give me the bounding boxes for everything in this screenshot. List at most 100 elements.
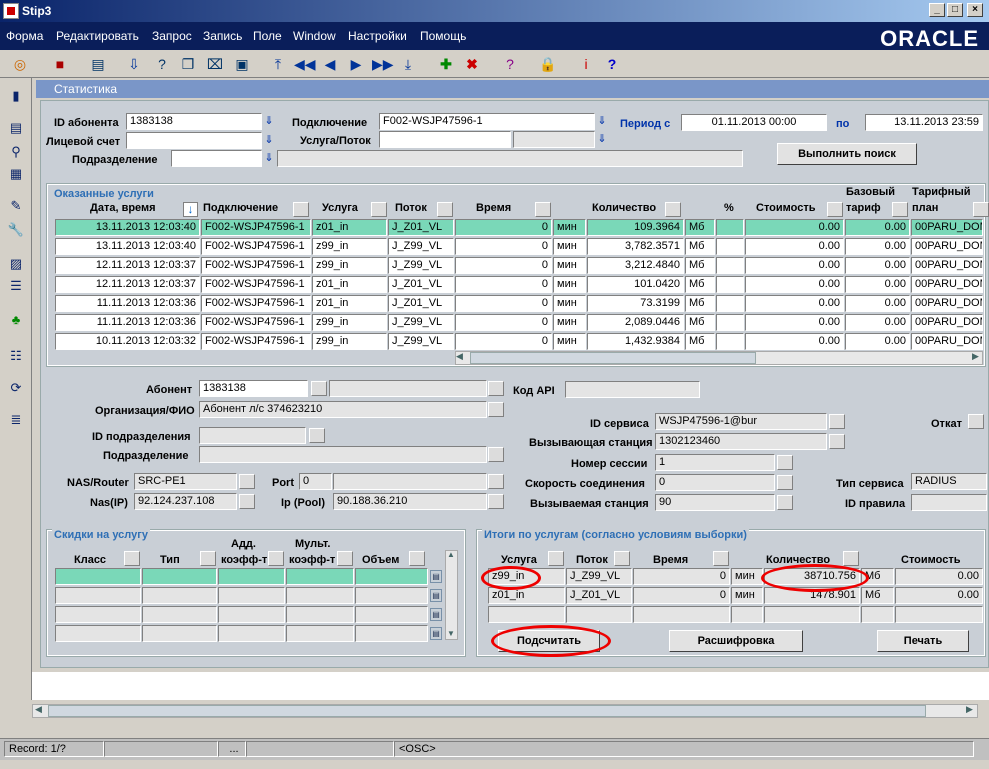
print-button[interactable]: Печать (877, 630, 969, 652)
row-date[interactable]: 13.11.2013 12:03:40 (55, 238, 200, 255)
row-stoimost[interactable]: 0.00 (745, 219, 844, 236)
vscroll-up-icon[interactable]: ▲ (447, 550, 455, 559)
tot-vremya-check[interactable] (713, 551, 729, 566)
row-vremya[interactable]: 0 (455, 314, 552, 331)
disc-add[interactable] (218, 606, 285, 623)
sort-down-icon[interactable]: ↓ (183, 202, 198, 217)
podrazd-lov-icon[interactable]: ⇓ (264, 150, 274, 167)
org-check[interactable] (488, 402, 504, 417)
row-usluga[interactable]: z99_in (312, 314, 387, 331)
row-kol[interactable]: 101.0420 (587, 276, 684, 293)
row-date[interactable]: 12.11.2013 12:03:37 (55, 276, 200, 293)
decode-button[interactable]: Расшифровка (669, 630, 803, 652)
abonent-check[interactable] (311, 381, 327, 396)
disc-tip[interactable] (142, 606, 217, 623)
help-topic-icon[interactable]: ? (500, 54, 520, 74)
wrench-icon[interactable]: 🔧 (6, 220, 26, 240)
tot-potok[interactable]: J_Z99_VL (566, 568, 632, 585)
disc-mult[interactable] (286, 606, 354, 623)
nasip-check[interactable] (239, 494, 255, 509)
row-pct[interactable] (716, 219, 744, 236)
row-podkl[interactable]: F002-WSJP47596-1 (201, 314, 311, 331)
row-vremya[interactable]: 0 (455, 238, 552, 255)
row-date[interactable]: 12.11.2013 12:03:37 (55, 257, 200, 274)
vscroll-down-icon[interactable]: ▼ (447, 629, 455, 638)
row-kol[interactable]: 2,089.0446 (587, 314, 684, 331)
row-usluga[interactable]: z99_in (312, 333, 387, 350)
prev-block-icon[interactable]: ◀◀ (294, 54, 316, 74)
discounts-vscroll[interactable] (445, 550, 458, 640)
clear-icon[interactable]: ⌧ (205, 54, 225, 74)
disc-obem[interactable] (355, 625, 428, 642)
col-stoimost-check[interactable] (827, 202, 843, 217)
delete-record-icon[interactable]: ✖ (462, 54, 482, 74)
disc-obem-check[interactable] (409, 551, 425, 566)
paste-icon[interactable]: ▣ (232, 54, 252, 74)
period-to-field[interactable]: 13.11.2013 23:59 (865, 114, 983, 131)
row-potok[interactable]: J_Z01_VL (388, 276, 454, 293)
window-scroll-left-icon[interactable]: ◀ (35, 704, 42, 715)
id-abonenta-lov-icon[interactable]: ⇓ (264, 113, 274, 130)
row-plan[interactable]: 00PARU_DOM (911, 219, 983, 236)
lock-icon[interactable]: 🔒 (538, 54, 558, 74)
tot-vremya[interactable]: 0 (633, 587, 730, 604)
row-podkl[interactable]: F002-WSJP47596-1 (201, 219, 311, 236)
disc-lov-icon[interactable]: ▤ (430, 570, 442, 583)
disc-mult[interactable] (286, 625, 354, 642)
tree-node-icon[interactable]: ♣ (6, 310, 26, 330)
row-bazovy[interactable]: 0.00 (845, 314, 910, 331)
disc-klass-check[interactable] (124, 551, 140, 566)
row-pct[interactable] (716, 238, 744, 255)
idserv-check[interactable] (829, 414, 845, 429)
row-pct[interactable] (716, 333, 744, 350)
disc-lov-icon[interactable]: ▤ (430, 627, 442, 640)
row-bazovy[interactable]: 0.00 (845, 219, 910, 236)
row-kol[interactable]: 3,212.4840 (587, 257, 684, 274)
menu-settings[interactable]: Настройки (348, 29, 407, 43)
usluga-field[interactable] (379, 131, 511, 148)
row-pct[interactable] (716, 276, 744, 293)
row-stoimost[interactable]: 0.00 (745, 276, 844, 293)
row-plan[interactable]: 00PARU_DOM (911, 333, 983, 350)
refresh-icon[interactable]: ⟳ (6, 378, 26, 398)
services-hscroll-thumb[interactable] (470, 352, 756, 364)
row-podkl[interactable]: F002-WSJP47596-1 (201, 295, 311, 312)
ippool-check[interactable] (488, 494, 504, 509)
row-usluga[interactable]: z01_in (312, 295, 387, 312)
first-record-icon[interactable]: ⤒ (268, 54, 288, 74)
row-kol[interactable]: 1,432.9384 (587, 333, 684, 350)
col-potok-check[interactable] (437, 202, 453, 217)
disc-lov-icon[interactable]: ▤ (430, 589, 442, 602)
query-icon[interactable]: ? (152, 54, 172, 74)
menu-query[interactable]: Запрос (152, 29, 192, 43)
search-button[interactable]: Выполнить поиск (777, 143, 917, 165)
insert-record-icon[interactable]: ✚ (436, 54, 456, 74)
tot-kol-check[interactable] (843, 551, 859, 566)
usluga-lov-icon[interactable]: ⇓ (597, 131, 607, 148)
row-bazovy[interactable]: 0.00 (845, 257, 910, 274)
row-stoimost[interactable]: 0.00 (745, 333, 844, 350)
form-icon[interactable]: ▦ (6, 164, 26, 184)
document-icon[interactable]: ▤ (6, 118, 26, 138)
col-vremya-check[interactable] (535, 202, 551, 217)
row-usluga[interactable]: z99_in (312, 257, 387, 274)
row-vremya[interactable]: 0 (455, 219, 552, 236)
disc-add[interactable] (218, 625, 285, 642)
row-usluga[interactable]: z99_in (312, 238, 387, 255)
disc-tip-check[interactable] (200, 551, 216, 566)
tot-potok-check[interactable] (614, 551, 630, 566)
copy-icon[interactable]: ❐ (178, 54, 198, 74)
exit-icon[interactable]: ◎ (10, 54, 30, 74)
row-potok[interactable]: J_Z99_VL (388, 333, 454, 350)
row-date[interactable]: 13.11.2013 12:03:40 (55, 219, 200, 236)
tot-potok[interactable]: J_Z01_VL (566, 587, 632, 604)
disc-klass[interactable] (55, 587, 141, 604)
vyzyvaemaya-check[interactable] (777, 495, 793, 510)
list-icon[interactable]: ☰ (6, 276, 26, 296)
row-stoimost[interactable]: 0.00 (745, 238, 844, 255)
disc-obem[interactable] (355, 587, 428, 604)
row-stoimost[interactable]: 0.00 (745, 295, 844, 312)
disc-mult-check[interactable] (337, 551, 353, 566)
col-bazovy-check[interactable] (892, 202, 908, 217)
row-podkl[interactable]: F002-WSJP47596-1 (201, 238, 311, 255)
